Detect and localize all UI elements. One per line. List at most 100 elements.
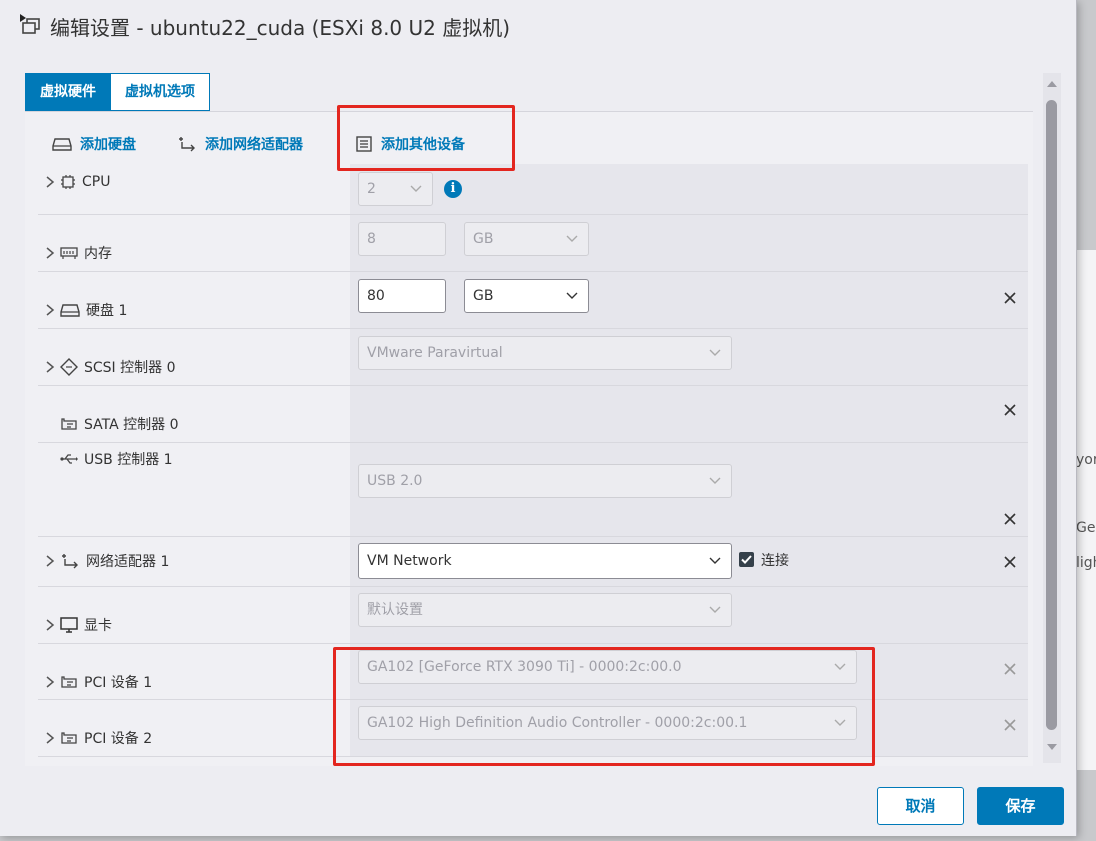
info-icon[interactable]: i xyxy=(444,180,462,198)
device-label: PCI 设备 2 xyxy=(44,728,152,748)
remove-icon[interactable] xyxy=(1003,662,1017,676)
pci-device-1-label: PCI 设备 1 xyxy=(84,675,153,691)
device-label-cell: 硬盘 1 xyxy=(38,272,350,328)
device-label: SATA 控制器 0 xyxy=(44,414,179,434)
cancel-button[interactable]: 取消 xyxy=(877,787,964,825)
video-settings-value: 默认设置 xyxy=(367,602,423,618)
remove-icon[interactable] xyxy=(1003,512,1017,526)
device-label-cell: 网络适配器 1 xyxy=(38,537,350,586)
device-value-cell: USB 2.0 xyxy=(350,443,1028,536)
sata-controller-icon xyxy=(61,418,77,430)
usb-version-select[interactable]: USB 2.0 xyxy=(358,464,732,498)
usb-icon xyxy=(60,454,78,464)
dialog-title-bar: 编辑设置 - ubuntu22_cuda (ESXi 8.0 U2 虚拟机) xyxy=(18,10,510,42)
usb-controller-label: USB 控制器 1 xyxy=(84,452,173,468)
device-label: CPU xyxy=(44,174,110,190)
monitor-icon xyxy=(60,617,78,633)
chevron-right-icon[interactable] xyxy=(44,554,56,568)
scsi-controller-icon xyxy=(60,358,78,376)
scsi-type-select[interactable]: VMware Paravirtual xyxy=(358,336,732,370)
memory-size-input[interactable]: 8 xyxy=(358,222,446,256)
pci-device-icon xyxy=(61,732,77,744)
scroll-up-icon[interactable] xyxy=(1046,80,1058,88)
background-text: yor xyxy=(1076,452,1096,468)
device-row-usb-controller: USB 控制器 1 USB 2.0 xyxy=(38,443,1028,537)
device-label: 网络适配器 1 xyxy=(44,551,169,571)
memory-label: 内存 xyxy=(84,246,112,262)
chevron-right-icon[interactable] xyxy=(44,246,56,260)
background-text: GeF xyxy=(1076,520,1096,536)
device-row-scsi-controller: SCSI 控制器 0 VMware Paravirtual xyxy=(38,329,1028,386)
add-network-adapter-label: 添加网络适配器 xyxy=(205,137,303,153)
chevron-right-icon[interactable] xyxy=(44,675,56,689)
memory-size-value: 8 xyxy=(367,231,376,247)
scroll-down-icon[interactable] xyxy=(1046,743,1058,751)
disk-size-input[interactable]: 80 xyxy=(358,279,446,313)
device-label-cell: CPU xyxy=(38,164,350,214)
memory-unit-value: GB xyxy=(473,231,494,247)
sata-controller-label: SATA 控制器 0 xyxy=(84,417,179,433)
video-settings-select[interactable]: 默认设置 xyxy=(358,593,732,627)
scrollbar-thumb[interactable] xyxy=(1046,100,1057,730)
checkmark-icon xyxy=(741,555,752,564)
device-label: 硬盘 1 xyxy=(44,300,127,320)
background-text: ligh xyxy=(1076,555,1096,571)
device-label-cell: 显卡 xyxy=(38,587,350,643)
chevron-down-icon xyxy=(709,606,721,613)
connect-checkbox[interactable] xyxy=(739,552,754,567)
background-panel xyxy=(1076,250,1096,770)
device-row-sata-controller: SATA 控制器 0 xyxy=(38,386,1028,443)
usb-version-value: USB 2.0 xyxy=(367,473,423,489)
highlight-box-pci-devices xyxy=(333,647,875,766)
device-row-video-card: 显卡 默认设置 xyxy=(38,587,1028,644)
remove-icon[interactable] xyxy=(1003,718,1017,732)
save-button[interactable]: 保存 xyxy=(977,787,1064,825)
remove-icon[interactable] xyxy=(1003,291,1017,305)
network-select[interactable]: VM Network xyxy=(358,543,732,579)
highlight-box-add-other-device xyxy=(337,105,515,171)
chevron-down-icon xyxy=(709,557,721,564)
add-network-adapter-button[interactable]: 添加网络适配器 xyxy=(177,132,303,156)
chevron-right-icon[interactable] xyxy=(44,360,56,374)
cpu-count-value: 2 xyxy=(367,181,376,197)
device-label-cell: 内存 xyxy=(38,215,350,271)
disk-unit-value: GB xyxy=(473,288,494,304)
chevron-right-icon[interactable] xyxy=(44,303,56,317)
chevron-right-icon[interactable] xyxy=(44,175,56,189)
chevron-right-icon[interactable] xyxy=(44,618,56,632)
hard-disk-icon xyxy=(60,304,80,317)
pci-device-icon xyxy=(61,676,77,688)
memory-unit-select[interactable]: GB xyxy=(464,222,589,256)
chevron-down-icon xyxy=(566,292,578,299)
remove-icon[interactable] xyxy=(1003,555,1017,569)
device-value-cell: 80 GB xyxy=(350,272,1028,328)
device-label-cell: PCI 设备 2 xyxy=(38,700,350,756)
add-disk-button[interactable]: 添加硬盘 xyxy=(52,132,136,156)
edit-settings-dialog: 编辑设置 - ubuntu22_cuda (ESXi 8.0 U2 虚拟机) 虚… xyxy=(0,0,1077,836)
chevron-down-icon xyxy=(566,235,578,242)
remove-icon[interactable] xyxy=(1003,403,1017,417)
network-value: VM Network xyxy=(367,553,452,569)
video-card-label: 显卡 xyxy=(84,618,112,634)
device-toolbar: 添加硬盘 添加网络适配器 添加其他设备 xyxy=(25,120,1025,166)
scsi-type-value: VMware Paravirtual xyxy=(367,345,503,361)
network-adapter-icon xyxy=(62,554,78,569)
device-value-cell: VM Network 连接 xyxy=(350,537,1028,586)
chevron-down-icon xyxy=(410,185,422,192)
device-value-cell: 8 GB xyxy=(350,215,1028,271)
tab-bar: 虚拟硬件 虚拟机选项 xyxy=(25,73,210,111)
pci-device-2-label: PCI 设备 2 xyxy=(84,731,153,747)
device-row-cpu: CPU 2 i xyxy=(38,164,1028,215)
cpu-count-select[interactable]: 2 xyxy=(358,172,433,206)
device-label-cell: USB 控制器 1 xyxy=(38,443,350,536)
chevron-right-icon[interactable] xyxy=(44,731,56,745)
cpu-label: CPU xyxy=(82,174,111,190)
tab-vm-options[interactable]: 虚拟机选项 xyxy=(111,73,210,111)
memory-icon xyxy=(60,247,78,259)
tab-virtual-hardware[interactable]: 虚拟硬件 xyxy=(25,73,111,111)
device-value-cell: VMware Paravirtual xyxy=(350,329,1028,385)
cpu-icon xyxy=(61,175,75,189)
disk-unit-select[interactable]: GB xyxy=(464,279,589,313)
device-label-cell: SATA 控制器 0 xyxy=(38,386,350,442)
chevron-down-icon xyxy=(709,349,721,356)
